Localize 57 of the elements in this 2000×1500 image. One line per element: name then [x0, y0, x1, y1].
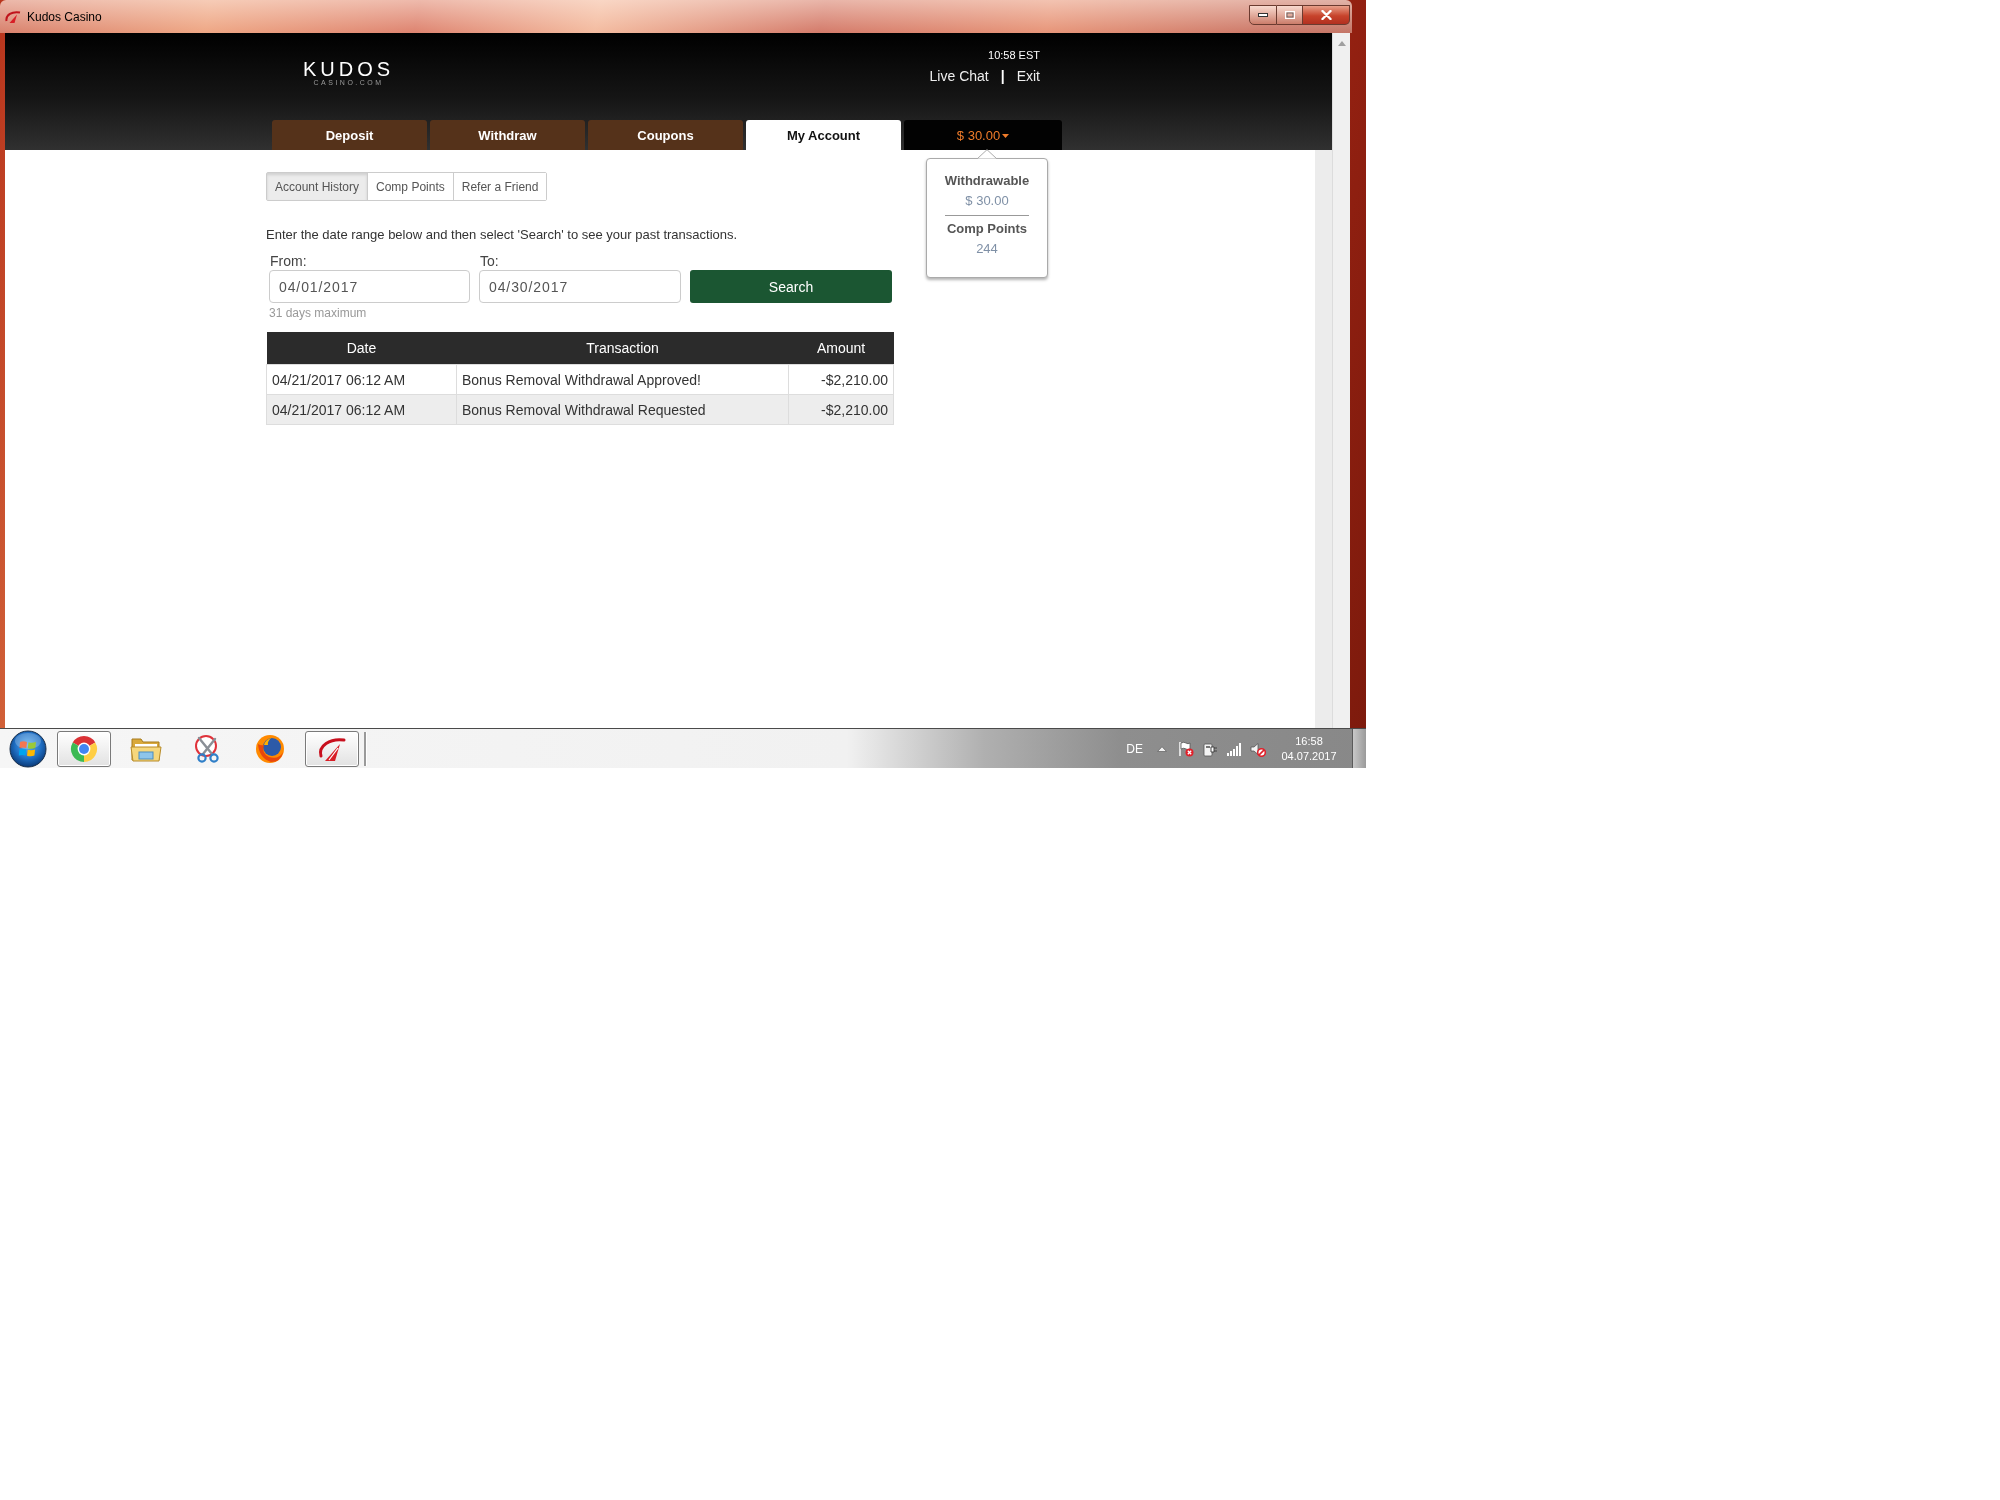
maximize-button[interactable]	[1277, 5, 1303, 25]
clock-time: 16:58	[1295, 733, 1323, 749]
account-tab[interactable]: Refer a Friend	[452, 173, 547, 200]
nav-tab[interactable]: My Account	[746, 120, 901, 150]
popup-value: $ 30.00	[965, 193, 1009, 209]
table-cell: 04/21/2017 06:12 AM	[266, 364, 457, 395]
close-icon	[1320, 10, 1332, 20]
caret-icon	[1002, 133, 1010, 138]
logo-text: KUDOS	[303, 59, 395, 79]
nav-tab[interactable]: Coupons	[588, 120, 743, 150]
window-title: Kudos Casino	[27, 9, 102, 24]
date-field[interactable]: 04/01/2017	[269, 270, 470, 303]
nav-tab[interactable]: Deposit	[272, 120, 427, 150]
plug-icon	[1202, 740, 1218, 757]
column-header: Date	[266, 332, 457, 365]
browser-icon	[70, 734, 98, 763]
taskbar-app[interactable]	[305, 730, 359, 767]
arrow-up-icon	[1157, 745, 1167, 752]
signal-bars-icon	[1226, 740, 1242, 757]
arrow-up-icon	[1337, 41, 1346, 46]
field-label: From:	[270, 253, 307, 270]
maximize-icon	[1284, 11, 1295, 19]
table-cell: Bonus Removal Withdrawal Requested	[456, 394, 789, 425]
search-button[interactable]: Search	[690, 270, 892, 303]
column-header: Amount	[788, 332, 894, 365]
table-cell: -$2,210.00	[788, 364, 894, 395]
popup-value: 244	[976, 241, 998, 257]
start-button[interactable]	[9, 729, 47, 768]
close-button[interactable]	[1303, 5, 1350, 25]
server-time: 10:58 EST	[988, 48, 1040, 62]
table-cell: 04/21/2017 06:12 AM	[266, 394, 457, 425]
browser-icon	[255, 733, 285, 764]
balance-dropdown[interactable]: $ 30.00	[904, 120, 1062, 150]
orb-icon	[9, 729, 47, 768]
field-label: To:	[480, 253, 499, 270]
header-link[interactable]: Exit	[1016, 68, 1040, 85]
link-separator: |	[1000, 68, 1005, 85]
header-link[interactable]: Live Chat	[929, 68, 989, 85]
taskbar-app[interactable]	[57, 730, 111, 767]
instructions-text: Enter the date range below and then select 'Search' to see your past transactions.	[266, 227, 738, 243]
account-tab[interactable]: Account History	[267, 173, 368, 200]
minimize-button[interactable]	[1249, 5, 1277, 25]
muted-speaker-icon	[1250, 740, 1266, 757]
popup-label: Withdrawable	[944, 173, 1030, 189]
popup-label: Comp Points	[946, 221, 1028, 237]
flag-icon	[1178, 740, 1194, 757]
table-cell: Bonus Removal Withdrawal Approved!	[456, 364, 789, 395]
nav-tab[interactable]: Withdraw	[430, 120, 585, 150]
hint-text: 31 days maximum	[269, 306, 367, 321]
table-cell: -$2,210.00	[788, 394, 894, 425]
column-header: Transaction	[456, 332, 789, 365]
show-desktop-button[interactable]	[1352, 729, 1366, 768]
scrollbar[interactable]	[1332, 33, 1350, 728]
date-field[interactable]: 04/30/2017	[479, 270, 681, 303]
swoosh-icon	[5, 9, 21, 24]
clock-date: 04.07.2017	[1281, 748, 1337, 764]
minimize-icon	[1258, 13, 1268, 17]
